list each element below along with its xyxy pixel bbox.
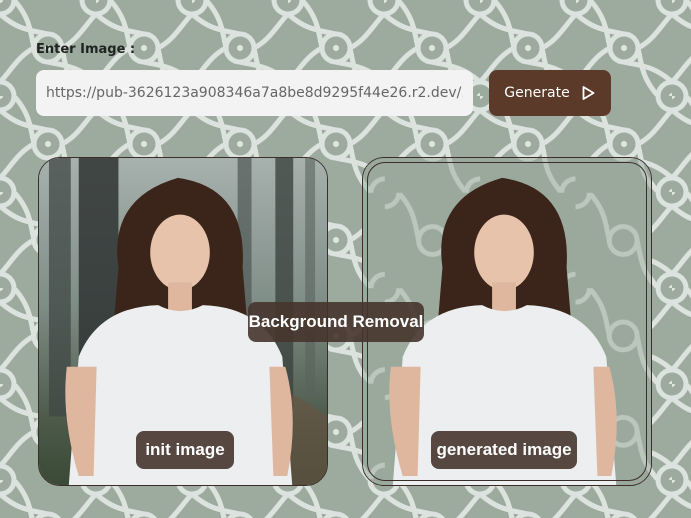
generate-button[interactable]: Generate <box>489 70 611 116</box>
play-icon <box>582 86 595 100</box>
generated-image-label: generated image <box>431 431 577 469</box>
image-url-input[interactable] <box>36 70 473 116</box>
generate-button-label: Generate <box>504 85 570 101</box>
background-removal-label: Background Removal <box>248 302 424 342</box>
init-image-label: init image <box>136 431 234 469</box>
enter-image-label: Enter Image : <box>36 42 136 57</box>
